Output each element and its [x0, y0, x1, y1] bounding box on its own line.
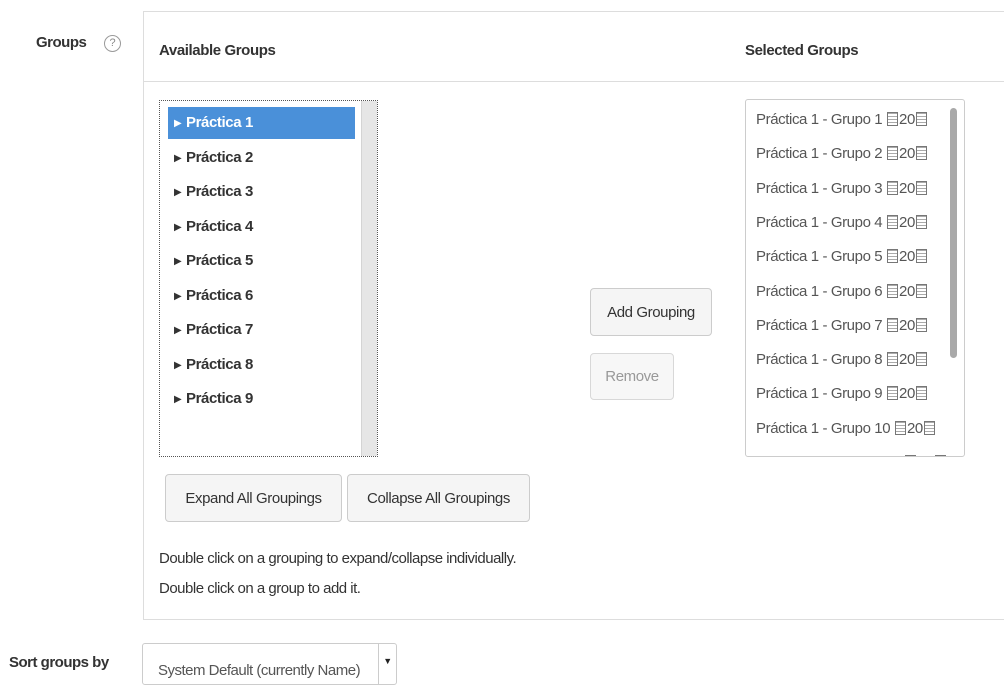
- selected-group-label: Práctica 1 - Grupo 7: [756, 316, 883, 334]
- tree-scrollbar[interactable]: [361, 101, 377, 456]
- tree-grouping-item[interactable]: ▶ Práctica 3: [168, 176, 355, 208]
- expand-triangle-icon[interactable]: ▶: [174, 281, 186, 313]
- selected-group-label: Práctica 1 - Grupo 4: [756, 213, 883, 231]
- expand-triangle-icon[interactable]: ▶: [174, 108, 186, 140]
- missing-glyph-icon: [915, 112, 927, 126]
- tree-grouping-label: Práctica 9: [186, 390, 253, 407]
- tree-grouping-label: Práctica 4: [186, 217, 253, 235]
- expand-triangle-icon[interactable]: ▶: [174, 350, 186, 382]
- tree-grouping-label: Práctica 3: [186, 183, 253, 200]
- group-size-digits: 20: [899, 316, 915, 334]
- missing-glyph-icon: [915, 146, 927, 161]
- expand-triangle-icon[interactable]: ▶: [174, 384, 186, 416]
- missing-glyph-icon: [887, 214, 899, 229]
- tree-grouping-item[interactable]: ▶ Práctica 7: [168, 314, 355, 346]
- group-size-digits: 20: [899, 145, 915, 163]
- chevron-down-icon[interactable]: ▼: [378, 644, 396, 684]
- selected-group-label: Práctica 1 - Grupo 6: [756, 282, 883, 300]
- missing-glyph-icon: [923, 420, 935, 435]
- selected-group-item[interactable]: Práctica 1 - Grupo 3 20: [756, 179, 928, 199]
- missing-glyph-icon: [915, 317, 927, 332]
- selected-group-label: Práctica 1 - Grupo 5: [756, 248, 883, 266]
- missing-glyph-icon: [915, 386, 927, 401]
- group-size-digits: 20: [899, 385, 915, 403]
- tree-grouping-item[interactable]: ▶ Práctica 4: [168, 211, 355, 243]
- selected-group-item[interactable]: Práctica 1 - Grupo 7 20: [756, 316, 928, 336]
- selected-group-item[interactable]: Práctica 1 - Grupo 9 20: [756, 384, 928, 404]
- sort-groups-select[interactable]: System Default (currently Name) ▼: [142, 643, 397, 685]
- sort-groups-value: System Default (currently Name): [158, 662, 361, 679]
- selected-group-label: Práctica 1 - Grupo 3: [756, 179, 883, 197]
- expand-triangle-icon[interactable]: ▶: [174, 177, 186, 209]
- group-size-digits: 20: [899, 213, 915, 231]
- missing-glyph-icon: [887, 146, 899, 161]
- sort-groups-label: Sort groups by: [9, 654, 109, 671]
- selected-group-item[interactable]: Práctica 1 - Grupo 5 20: [756, 247, 928, 267]
- selected-group-item[interactable]: Práctica 1 - Grupo 4 20: [756, 213, 928, 233]
- selected-groups-header: Selected Groups: [745, 42, 859, 59]
- help-icon[interactable]: ?: [104, 35, 121, 52]
- selected-group-item[interactable]: Práctica 1 - Grupo 6 20: [756, 282, 928, 302]
- tree-grouping-item[interactable]: ▶ Práctica 6: [168, 280, 355, 312]
- tree-grouping-item[interactable]: ▶ Práctica 9: [168, 383, 355, 415]
- missing-glyph-icon: [887, 352, 899, 367]
- missing-glyph-icon: [887, 283, 899, 298]
- add-grouping-button[interactable]: Add Grouping: [590, 288, 712, 336]
- group-size-digits: 20: [899, 282, 915, 300]
- missing-glyph-icon: [915, 283, 927, 298]
- group-size-digits: 20: [906, 419, 923, 437]
- missing-glyph-icon: [887, 249, 899, 264]
- missing-glyph-icon: [887, 112, 899, 126]
- tree-grouping-label: Práctica 2: [186, 148, 253, 166]
- missing-glyph-icon: [935, 455, 946, 456]
- selected-list-scrollbar[interactable]: [950, 108, 957, 358]
- remove-button[interactable]: Remove: [590, 353, 674, 400]
- tree-grouping-item[interactable]: ▶ Práctica 8: [168, 349, 355, 381]
- available-groups-header: Available Groups: [159, 42, 276, 59]
- tree-grouping-label: Práctica 5: [186, 252, 253, 269]
- missing-glyph-icon: [915, 249, 927, 264]
- expand-triangle-icon[interactable]: ▶: [174, 315, 186, 347]
- missing-glyph-icon: [915, 352, 927, 367]
- group-size-digits: 20: [899, 111, 915, 128]
- selected-group-item[interactable]: Práctica 1 - Grupo 10 20: [756, 419, 936, 439]
- group-size-digits: 20: [899, 351, 915, 369]
- group-size-digits: 20: [899, 248, 915, 266]
- missing-glyph-icon: [915, 180, 927, 195]
- selected-group-label: Práctica 1 - Grupo 9: [756, 385, 883, 403]
- selected-group-item[interactable]: Práctica 1 - Grupo 1 20: [756, 110, 928, 130]
- tree-grouping-label: Práctica 6: [186, 286, 253, 304]
- missing-glyph-icon: [894, 420, 906, 435]
- collapse-all-groupings-button[interactable]: Collapse All Groupings: [347, 474, 530, 522]
- missing-glyph-icon: [887, 317, 899, 332]
- selected-group-label: Práctica 1 - Grupo 1: [756, 111, 883, 128]
- tree-grouping-item[interactable]: ▶ Práctica 1: [168, 107, 355, 139]
- tree-grouping-item[interactable]: ▶ Práctica 2: [168, 142, 355, 174]
- hint-expand-collapse: Double click on a grouping to expand/col…: [159, 550, 517, 567]
- selected-group-item[interactable]: Práctica 1 - Grupo 2 20: [756, 144, 928, 164]
- missing-glyph-icon: [887, 386, 899, 401]
- expand-triangle-icon[interactable]: ▶: [174, 212, 186, 244]
- missing-glyph-icon: [887, 180, 899, 195]
- selected-groups-list[interactable]: Práctica 1 - Grupo 1 20 Práctica 1 - Grup…: [745, 99, 965, 457]
- tree-grouping-item[interactable]: ▶ Práctica 5: [168, 245, 355, 277]
- selected-group-label: Práctica 1 - Grupo 10: [756, 419, 891, 437]
- tree-grouping-label: Práctica 1: [186, 114, 253, 131]
- missing-glyph-icon: [905, 455, 916, 456]
- selected-group-label: Práctica 1 - Grupo 2: [756, 145, 883, 163]
- missing-glyph-icon: [915, 214, 927, 229]
- expand-triangle-icon[interactable]: ▶: [174, 246, 186, 278]
- group-size-digits: 20: [899, 179, 915, 197]
- expand-all-groupings-button[interactable]: Expand All Groupings: [165, 474, 342, 522]
- selected-group-label: Práctica 1 - Grupo 8: [756, 351, 883, 369]
- selected-group-item-partial: [904, 453, 947, 456]
- panel-header-divider: [144, 81, 1004, 82]
- expand-triangle-icon[interactable]: ▶: [174, 143, 186, 175]
- groups-label: Groups: [36, 34, 87, 51]
- tree-grouping-label: Práctica 8: [186, 355, 253, 373]
- available-groups-tree[interactable]: ▶ Práctica 1 ▶ Práctica 2 ▶ Práctica 3 ▶ Prácti…: [159, 100, 378, 457]
- tree-grouping-label: Práctica 7: [186, 321, 253, 338]
- selected-group-item[interactable]: Práctica 1 - Grupo 8 20: [756, 350, 928, 370]
- hint-add-group: Double click on a group to add it.: [159, 580, 361, 597]
